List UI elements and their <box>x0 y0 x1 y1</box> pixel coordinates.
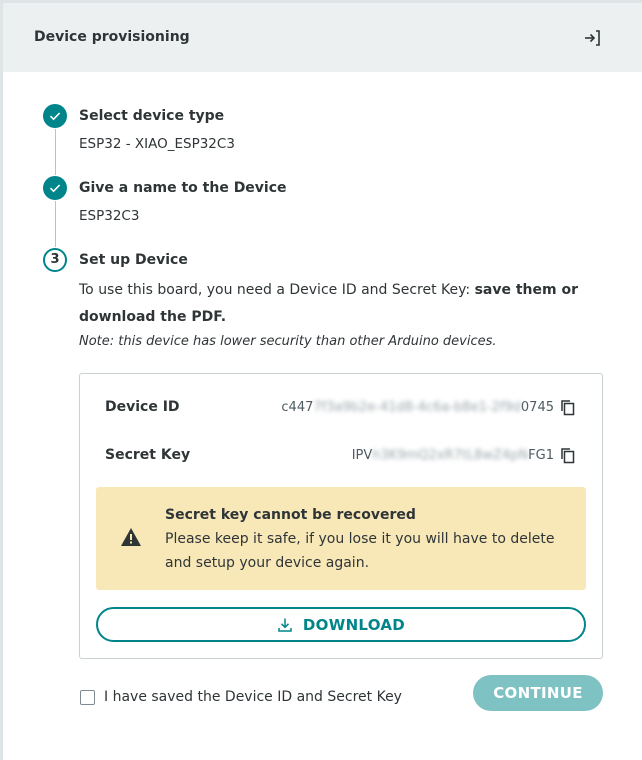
step-2-title: Give a name to the Device <box>79 180 287 196</box>
provisioning-panel: Device provisioning Select device type E… <box>3 3 642 760</box>
setup-description: To use this board, you need a Device ID … <box>79 277 579 331</box>
exit-to-right-icon[interactable] <box>581 27 603 49</box>
secret-key-suffix: FG1 <box>528 448 554 463</box>
step-connector <box>55 129 56 175</box>
saved-credentials-checkbox[interactable] <box>80 690 95 705</box>
step-1-title: Select device type <box>79 108 225 124</box>
secret-key-label: Secret Key <box>105 447 191 463</box>
secret-key-value: IPVh3K9mQ2xR7tL8wZ4pNFG1 <box>352 448 554 463</box>
step-3-number-indicator: 3 <box>43 248 67 272</box>
device-id-value: c4477f3a9b2e-41d8-4c6a-b8e1-2f9d0745 <box>281 400 554 415</box>
step-1-complete-indicator <box>43 104 67 128</box>
setup-description-text: To use this board, you need a Device ID … <box>79 282 475 298</box>
step-2-complete-indicator <box>43 176 67 200</box>
download-icon <box>278 618 292 632</box>
recovery-warning: Secret key cannot be recovered Please ke… <box>96 487 586 590</box>
copy-secret-key-icon[interactable] <box>560 447 576 465</box>
device-id-masked: 7f3a9b2e-41d8-4c6a-b8e1-2f9d <box>313 400 521 415</box>
step-connector <box>55 201 56 247</box>
secret-key-prefix: IPV <box>351 448 373 463</box>
page-title: Device provisioning <box>34 29 190 45</box>
step-3-title: Set up Device <box>79 252 188 268</box>
step-1-value: ESP32 - XIAO_ESP32C3 <box>79 136 235 152</box>
device-id-label: Device ID <box>105 399 180 415</box>
security-note: Note: this device has lower security tha… <box>79 334 497 349</box>
copy-device-id-icon[interactable] <box>560 399 576 417</box>
checkmark-icon <box>49 112 61 121</box>
step-2-value: ESP32C3 <box>79 208 140 224</box>
warning-icon <box>121 528 141 546</box>
credentials-card: Device ID c4477f3a9b2e-41d8-4c6a-b8e1-2f… <box>79 373 603 659</box>
download-button-content: DOWNLOAD <box>98 609 584 640</box>
panel-header: Device provisioning <box>3 3 642 72</box>
device-id-prefix: c447 <box>281 400 314 415</box>
device-id-suffix: 0745 <box>520 400 554 415</box>
download-button-label: DOWNLOAD <box>302 615 406 634</box>
checkmark-icon <box>49 184 61 193</box>
saved-credentials-label[interactable]: I have saved the Device ID and Secret Ke… <box>104 689 402 705</box>
warning-text: Please keep it safe, if you lose it you … <box>165 531 555 571</box>
continue-button[interactable]: CONTINUE <box>473 675 603 711</box>
warning-title: Secret key cannot be recovered <box>165 507 416 523</box>
secret-key-masked: h3K9mQ2xR7tL8wZ4pN <box>372 448 529 463</box>
download-button[interactable]: DOWNLOAD <box>96 607 586 642</box>
